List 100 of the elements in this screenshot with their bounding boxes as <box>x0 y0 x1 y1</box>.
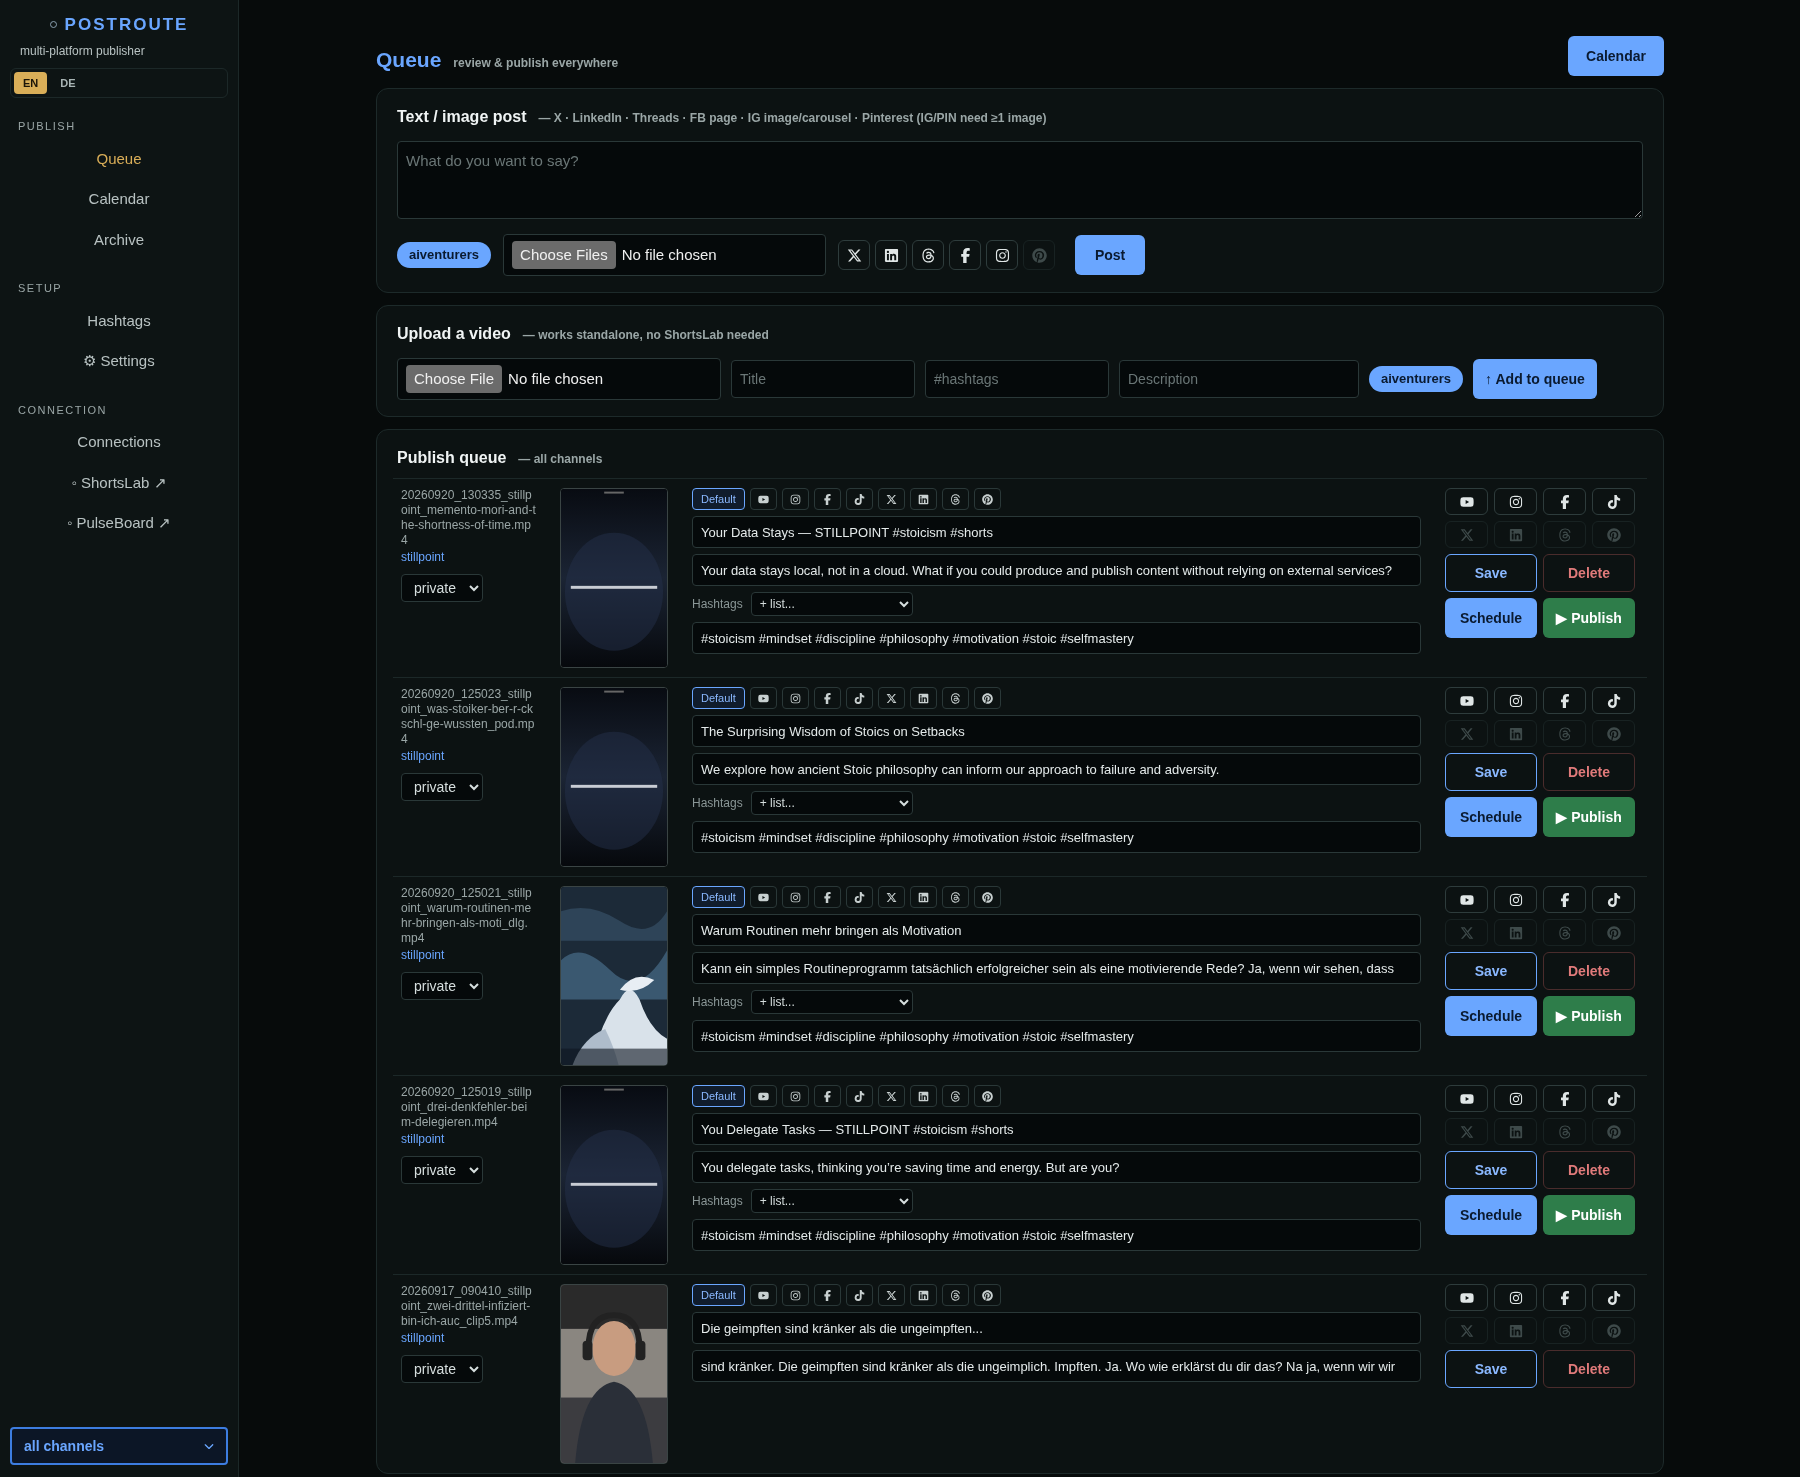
platform-toggle[interactable] <box>1543 886 1586 913</box>
description-field[interactable]: You delegate tasks, thinking you’re saving time and energy. But are you? <box>692 1151 1421 1183</box>
platform-tab[interactable] <box>973 886 1001 908</box>
platform-toggle[interactable] <box>1543 919 1586 946</box>
platform-toggle[interactable] <box>1494 1118 1537 1145</box>
platform-tab[interactable] <box>877 687 905 709</box>
hashtags-field[interactable]: #stoicism #mindset #discipline #philosophy #motivation #stoic #selfmastery <box>692 1020 1421 1052</box>
publish-button[interactable]: ▶ Publish <box>1543 797 1635 837</box>
default-tab[interactable]: Default <box>692 1284 745 1306</box>
platform-tab[interactable] <box>749 687 777 709</box>
platform-tab[interactable] <box>781 1085 809 1107</box>
delete-button[interactable]: Delete <box>1543 753 1635 791</box>
platform-tab[interactable] <box>941 488 969 510</box>
schedule-button[interactable]: Schedule <box>1445 1195 1537 1235</box>
platform-toggle[interactable] <box>1592 1284 1635 1311</box>
nav-item[interactable]: ◦ PulseBoard ↗ <box>10 503 228 544</box>
platform-toggle[interactable] <box>912 240 945 270</box>
platform-toggle[interactable] <box>1494 919 1537 946</box>
file-picker[interactable]: Choose File No file chosen <box>397 358 721 400</box>
schedule-button[interactable]: Schedule <box>1445 996 1537 1036</box>
platform-tab[interactable] <box>749 488 777 510</box>
platform-tab[interactable] <box>781 886 809 908</box>
save-button[interactable]: Save <box>1445 554 1537 592</box>
title-field[interactable]: Warum Routinen mehr bringen als Motivation <box>692 914 1421 946</box>
platform-tab[interactable] <box>941 1085 969 1107</box>
platform-tab[interactable] <box>813 687 841 709</box>
platform-toggle[interactable] <box>1543 720 1586 747</box>
title-field[interactable]: Your Data Stays — STILLPOINT #stoicism #shorts <box>692 516 1421 548</box>
nav-item[interactable]: Connections <box>10 422 228 463</box>
nav-item[interactable]: Calendar <box>10 179 228 220</box>
platform-tab[interactable] <box>813 1284 841 1306</box>
default-tab[interactable]: Default <box>692 687 745 709</box>
platform-toggle[interactable] <box>986 240 1019 270</box>
platform-tab[interactable] <box>845 1085 873 1107</box>
nav-item[interactable]: Archive <box>10 219 228 260</box>
platform-toggle[interactable] <box>1592 521 1635 548</box>
save-button[interactable]: Save <box>1445 1151 1537 1189</box>
default-tab[interactable]: Default <box>692 488 745 510</box>
channel-link[interactable]: stillpoint <box>401 946 536 964</box>
platform-toggle[interactable] <box>1543 1085 1586 1112</box>
platform-toggle[interactable] <box>1592 1317 1635 1344</box>
hashtag-list-select[interactable]: + list... <box>750 1189 913 1213</box>
platform-toggle[interactable] <box>1445 720 1488 747</box>
platform-tab[interactable] <box>877 1284 905 1306</box>
platform-toggle[interactable] <box>1445 521 1488 548</box>
description-field[interactable]: sind kränker. Die geimpften sind kränker als die ungeimplich. Impften. Ja. Wo wie erklärst du dir das? Na ja, wenn wir wir <box>692 1350 1421 1382</box>
platform-tab[interactable] <box>749 886 777 908</box>
video-field[interactable]: Title <box>731 360 915 398</box>
platform-toggle[interactable] <box>1543 488 1586 515</box>
nav-item[interactable]: ⚙ Settings <box>10 341 228 382</box>
platform-tab[interactable] <box>909 488 937 510</box>
platform-tab[interactable] <box>973 687 1001 709</box>
platform-toggle[interactable] <box>1543 521 1586 548</box>
account-tag[interactable]: aiventurers <box>1369 366 1464 392</box>
platform-tab[interactable] <box>909 1085 937 1107</box>
post-button[interactable]: Post <box>1075 235 1146 275</box>
add-to-queue-button[interactable]: ↑ Add to queue <box>1473 359 1597 399</box>
platform-tab[interactable] <box>813 886 841 908</box>
platform-toggle[interactable] <box>1543 687 1586 714</box>
platform-tab[interactable] <box>941 687 969 709</box>
publish-button[interactable]: ▶ Publish <box>1543 598 1635 638</box>
video-field[interactable]: #hashtags <box>925 360 1109 398</box>
platform-tab[interactable] <box>973 1284 1001 1306</box>
description-field[interactable]: We explore how ancient Stoic philosophy can inform our approach to failure and adversity. <box>692 753 1421 785</box>
delete-button[interactable]: Delete <box>1543 952 1635 990</box>
language-option[interactable]: EN <box>14 71 48 94</box>
platform-toggle[interactable] <box>1592 1118 1635 1145</box>
platform-tab[interactable] <box>909 1284 937 1306</box>
privacy-select[interactable]: private <box>401 1156 483 1184</box>
hashtags-field[interactable]: #stoicism #mindset #discipline #philosophy #motivation #stoic #selfmastery <box>692 821 1421 853</box>
platform-toggle[interactable] <box>1445 886 1488 913</box>
hashtags-field[interactable]: #stoicism #mindset #discipline #philosophy #motivation #stoic #selfmastery <box>692 622 1421 654</box>
platform-toggle[interactable] <box>1592 687 1635 714</box>
language-option[interactable]: DE <box>51 71 85 94</box>
channel-filter[interactable]: all channels <box>10 1427 228 1465</box>
platform-toggle[interactable] <box>1494 1284 1537 1311</box>
platform-tab[interactable] <box>845 488 873 510</box>
privacy-select[interactable]: private <box>401 574 483 602</box>
platform-toggle[interactable] <box>1494 687 1537 714</box>
default-tab[interactable]: Default <box>692 886 745 908</box>
platform-tab[interactable] <box>845 886 873 908</box>
platform-toggle[interactable] <box>1023 240 1056 270</box>
video-field[interactable]: Description <box>1119 360 1359 398</box>
platform-toggle[interactable] <box>1592 1085 1635 1112</box>
file-picker[interactable]: Choose Files No file chosen <box>503 234 827 276</box>
delete-button[interactable]: Delete <box>1543 1151 1635 1189</box>
platform-tab[interactable] <box>813 488 841 510</box>
platform-tab[interactable] <box>749 1284 777 1306</box>
platform-toggle[interactable] <box>1445 1284 1488 1311</box>
platform-tab[interactable] <box>941 1284 969 1306</box>
platform-toggle[interactable] <box>1543 1317 1586 1344</box>
account-tag[interactable]: aiventurers <box>397 242 492 268</box>
channel-link[interactable]: stillpoint <box>401 1130 536 1148</box>
delete-button[interactable]: Delete <box>1543 1350 1635 1388</box>
channel-link[interactable]: stillpoint <box>401 1329 536 1347</box>
hashtag-list-select[interactable]: + list... <box>750 990 913 1014</box>
platform-toggle[interactable] <box>1445 919 1488 946</box>
nav-item[interactable]: ◦ ShortsLab ↗ <box>10 462 228 503</box>
platform-toggle[interactable] <box>1445 488 1488 515</box>
privacy-select[interactable]: private <box>401 773 483 801</box>
